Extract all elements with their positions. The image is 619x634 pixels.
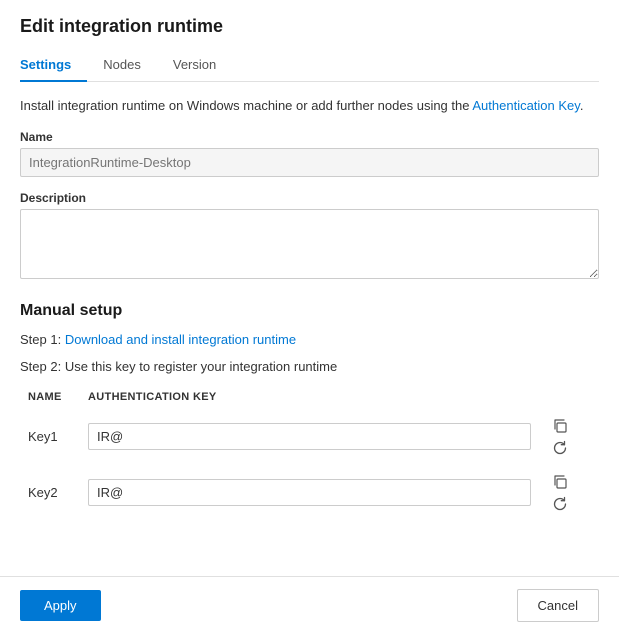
step1-text: Step 1: Download and install integration… — [20, 330, 599, 350]
key-input-key2[interactable] — [88, 479, 531, 506]
info-text-part2: . — [580, 98, 584, 113]
key-actions-cell — [539, 409, 599, 465]
table-row: Key2 — [20, 465, 599, 521]
step1-prefix: Step 1: — [20, 332, 65, 347]
key-input-key1[interactable] — [88, 423, 531, 450]
key-name-cell: Key1 — [20, 409, 80, 465]
tab-settings[interactable]: Settings — [20, 49, 87, 82]
download-link[interactable]: Download and install integration runtime — [65, 332, 296, 347]
page-title: Edit integration runtime — [20, 16, 599, 37]
description-label: Description — [20, 191, 599, 205]
tab-version[interactable]: Version — [173, 49, 232, 82]
refresh-key-button-key1[interactable] — [547, 437, 573, 459]
col-header-name: NAME — [20, 387, 80, 409]
table-header-row: NAME AUTHENTICATION KEY — [20, 387, 599, 409]
step2-text: Step 2: Use this key to register your in… — [20, 357, 599, 377]
table-row: Key1 — [20, 409, 599, 465]
key-name-cell: Key2 — [20, 465, 80, 521]
manual-setup-section: Manual setup Step 1: Download and instal… — [20, 302, 599, 521]
copy-key-button-key2[interactable] — [547, 471, 573, 493]
key-input-wrapper — [88, 423, 531, 450]
key-value-cell — [80, 465, 539, 521]
step2-body: Use this key to register your integratio… — [65, 359, 337, 374]
info-text: Install integration runtime on Windows m… — [20, 96, 599, 116]
refresh-key-button-key2[interactable] — [547, 493, 573, 515]
cancel-button[interactable]: Cancel — [517, 589, 599, 622]
key-input-wrapper — [88, 479, 531, 506]
footer: Apply Cancel — [0, 576, 619, 634]
tab-nodes[interactable]: Nodes — [103, 49, 157, 82]
manual-setup-title: Manual setup — [20, 302, 599, 320]
col-header-auth-key: AUTHENTICATION KEY — [80, 387, 539, 409]
tabs-container: Settings Nodes Version — [20, 49, 599, 82]
key-value-cell — [80, 409, 539, 465]
auth-key-link[interactable]: Authentication Key — [472, 98, 579, 113]
info-text-part1: Install integration runtime on Windows m… — [20, 98, 472, 113]
description-field-group: Description — [20, 191, 599, 282]
keys-table: NAME AUTHENTICATION KEY Key1 Key2 — [20, 387, 599, 521]
apply-button[interactable]: Apply — [20, 590, 101, 621]
step2-prefix: Step 2: — [20, 359, 65, 374]
key-actions-cell — [539, 465, 599, 521]
name-input[interactable] — [20, 148, 599, 177]
name-field-group: Name — [20, 130, 599, 177]
name-label: Name — [20, 130, 599, 144]
description-input[interactable] — [20, 209, 599, 279]
copy-key-button-key1[interactable] — [547, 415, 573, 437]
